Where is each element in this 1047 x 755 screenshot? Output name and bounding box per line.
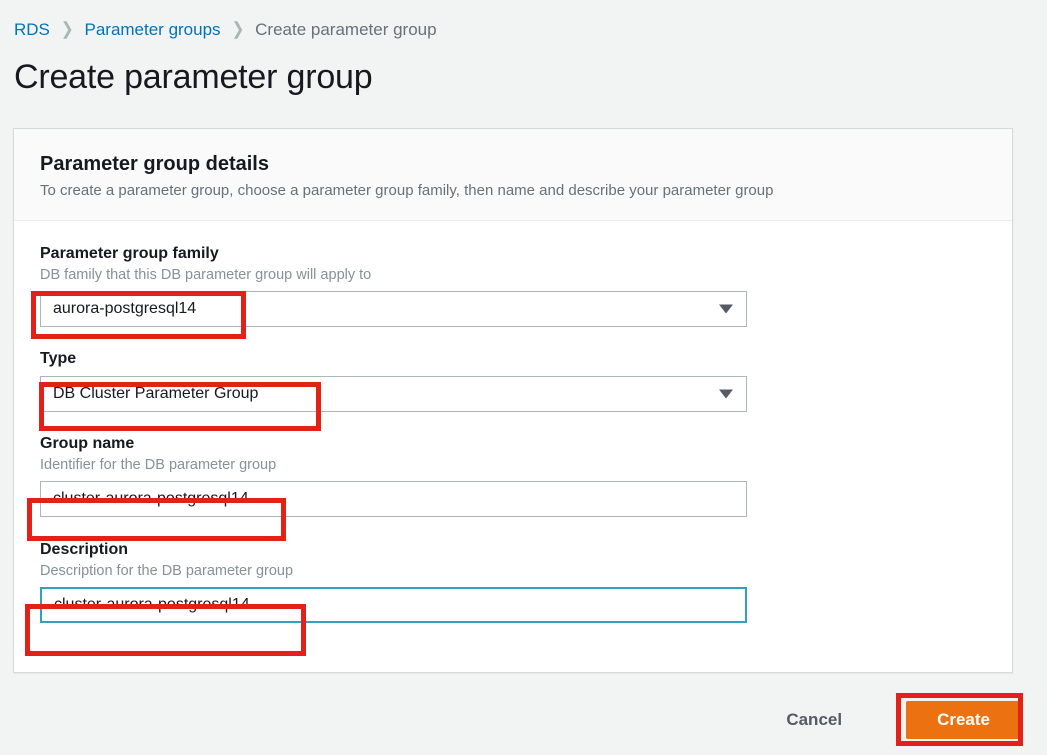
input-value: cluster-aurora-postgresql14	[53, 490, 249, 507]
parameter-group-details-panel: Parameter group details To create a para…	[13, 128, 1013, 673]
panel-title: Parameter group details	[40, 153, 269, 175]
panel-body: Parameter group family DB family that th…	[14, 221, 1012, 623]
description-input[interactable]: cluster-aurora-postgresql14	[40, 587, 747, 623]
field-label: Group name	[40, 435, 135, 452]
breadcrumb-separator-icon: ❯	[231, 19, 245, 40]
breadcrumb: RDS ❯ Parameter groups ❯ Create paramete…	[14, 20, 437, 40]
create-button[interactable]: Create	[906, 701, 1021, 739]
group-name-input[interactable]: cluster-aurora-postgresql14	[40, 481, 747, 517]
parameter-group-family-select[interactable]: aurora-postgresql14	[40, 291, 747, 327]
type-select[interactable]: DB Cluster Parameter Group	[40, 376, 747, 412]
field-parameter-group-family: Parameter group family DB family that th…	[40, 243, 986, 327]
breadcrumb-separator-icon: ❯	[60, 19, 74, 40]
input-value: cluster-aurora-postgresql14	[54, 596, 250, 613]
breadcrumb-item-parameter-groups[interactable]: Parameter groups	[84, 20, 220, 40]
page-title: Create parameter group	[14, 58, 373, 96]
chevron-down-icon[interactable]	[719, 389, 733, 399]
field-description: Description Description for the DB param…	[40, 539, 986, 623]
panel-subtitle: To create a parameter group, choose a pa…	[40, 182, 774, 199]
breadcrumb-item-current: Create parameter group	[255, 20, 437, 39]
cancel-button[interactable]: Cancel	[776, 704, 852, 736]
form-actions: Cancel Create	[0, 690, 1047, 750]
field-label: Type	[40, 350, 77, 367]
breadcrumb-item-rds[interactable]: RDS	[14, 20, 50, 40]
selected-value: aurora-postgresql14	[53, 300, 197, 317]
panel-header: Parameter group details To create a para…	[14, 129, 1012, 221]
field-label: Parameter group family	[40, 245, 219, 262]
field-type: Type DB Cluster Parameter Group	[40, 348, 986, 412]
field-hint: Description for the DB parameter group	[40, 563, 294, 579]
chevron-down-icon[interactable]	[719, 304, 733, 314]
selected-value: DB Cluster Parameter Group	[53, 385, 259, 402]
field-hint: DB family that this DB parameter group w…	[40, 267, 372, 283]
field-label: Description	[40, 541, 129, 558]
field-hint: Identifier for the DB parameter group	[40, 457, 277, 473]
field-group-name: Group name Identifier for the DB paramet…	[40, 433, 986, 517]
